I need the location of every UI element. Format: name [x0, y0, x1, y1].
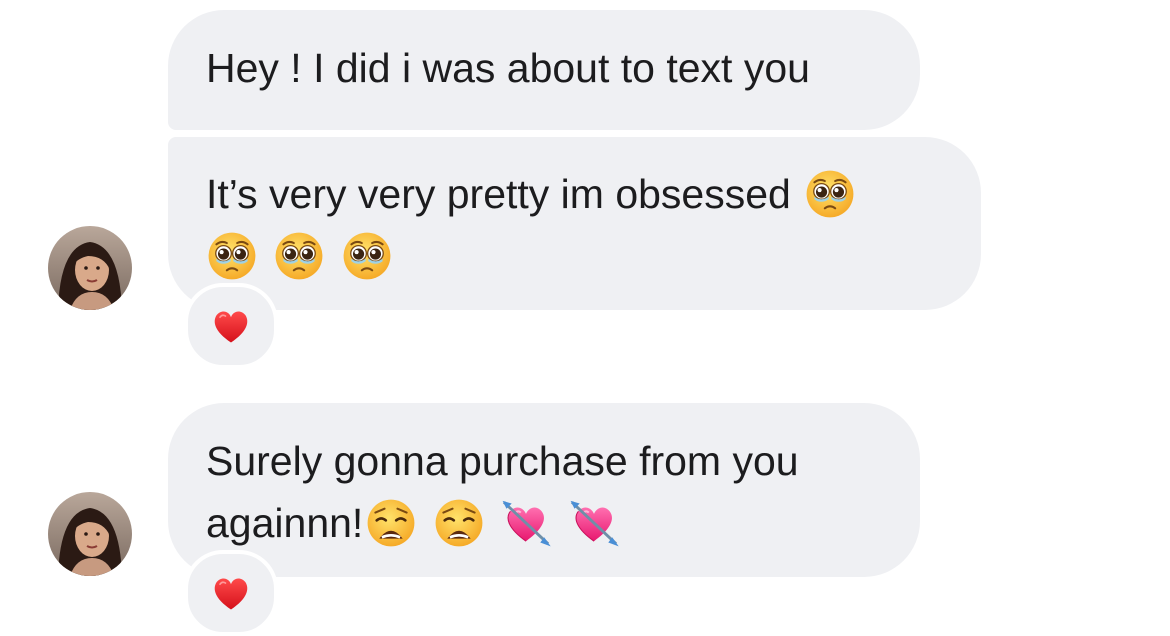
- pleading-face-emoji: [341, 230, 393, 282]
- avatar-photo: [48, 492, 132, 576]
- reaction-badge[interactable]: [184, 283, 278, 369]
- message-bubble[interactable]: It’s very very pretty im obsessed: [168, 137, 981, 310]
- message-text: Hey ! I did i was about to text you: [206, 45, 810, 91]
- avatar-photo: [48, 226, 132, 310]
- red-heart-emoji: [209, 571, 253, 615]
- heart-with-arrow-emoji: [568, 497, 620, 549]
- heart-with-arrow-emoji: [500, 497, 552, 549]
- message-line: againnn!: [206, 492, 882, 554]
- weary-face-emoji: [365, 497, 417, 549]
- message-line: Surely gonna purchase from you: [206, 430, 882, 492]
- weary-face-emoji: [433, 497, 485, 549]
- red-heart-emoji: [209, 304, 253, 348]
- message-line: [204, 225, 943, 287]
- reaction-badge[interactable]: [184, 550, 278, 636]
- avatar[interactable]: [48, 226, 132, 310]
- pleading-face-emoji: [206, 230, 258, 282]
- message-bubble[interactable]: Surely gonna purchase from you againnn!: [168, 403, 920, 577]
- message-text: It’s very very pretty im obsessed: [206, 171, 791, 217]
- pleading-face-emoji: [804, 168, 856, 220]
- message-line: It’s very very pretty im obsessed: [206, 163, 943, 225]
- pleading-face-emoji: [273, 230, 325, 282]
- message-text: againnn!: [206, 500, 364, 546]
- avatar[interactable]: [48, 492, 132, 576]
- message-bubble[interactable]: Hey ! I did i was about to text you: [168, 10, 920, 130]
- message-text: Surely gonna purchase from you: [206, 438, 799, 484]
